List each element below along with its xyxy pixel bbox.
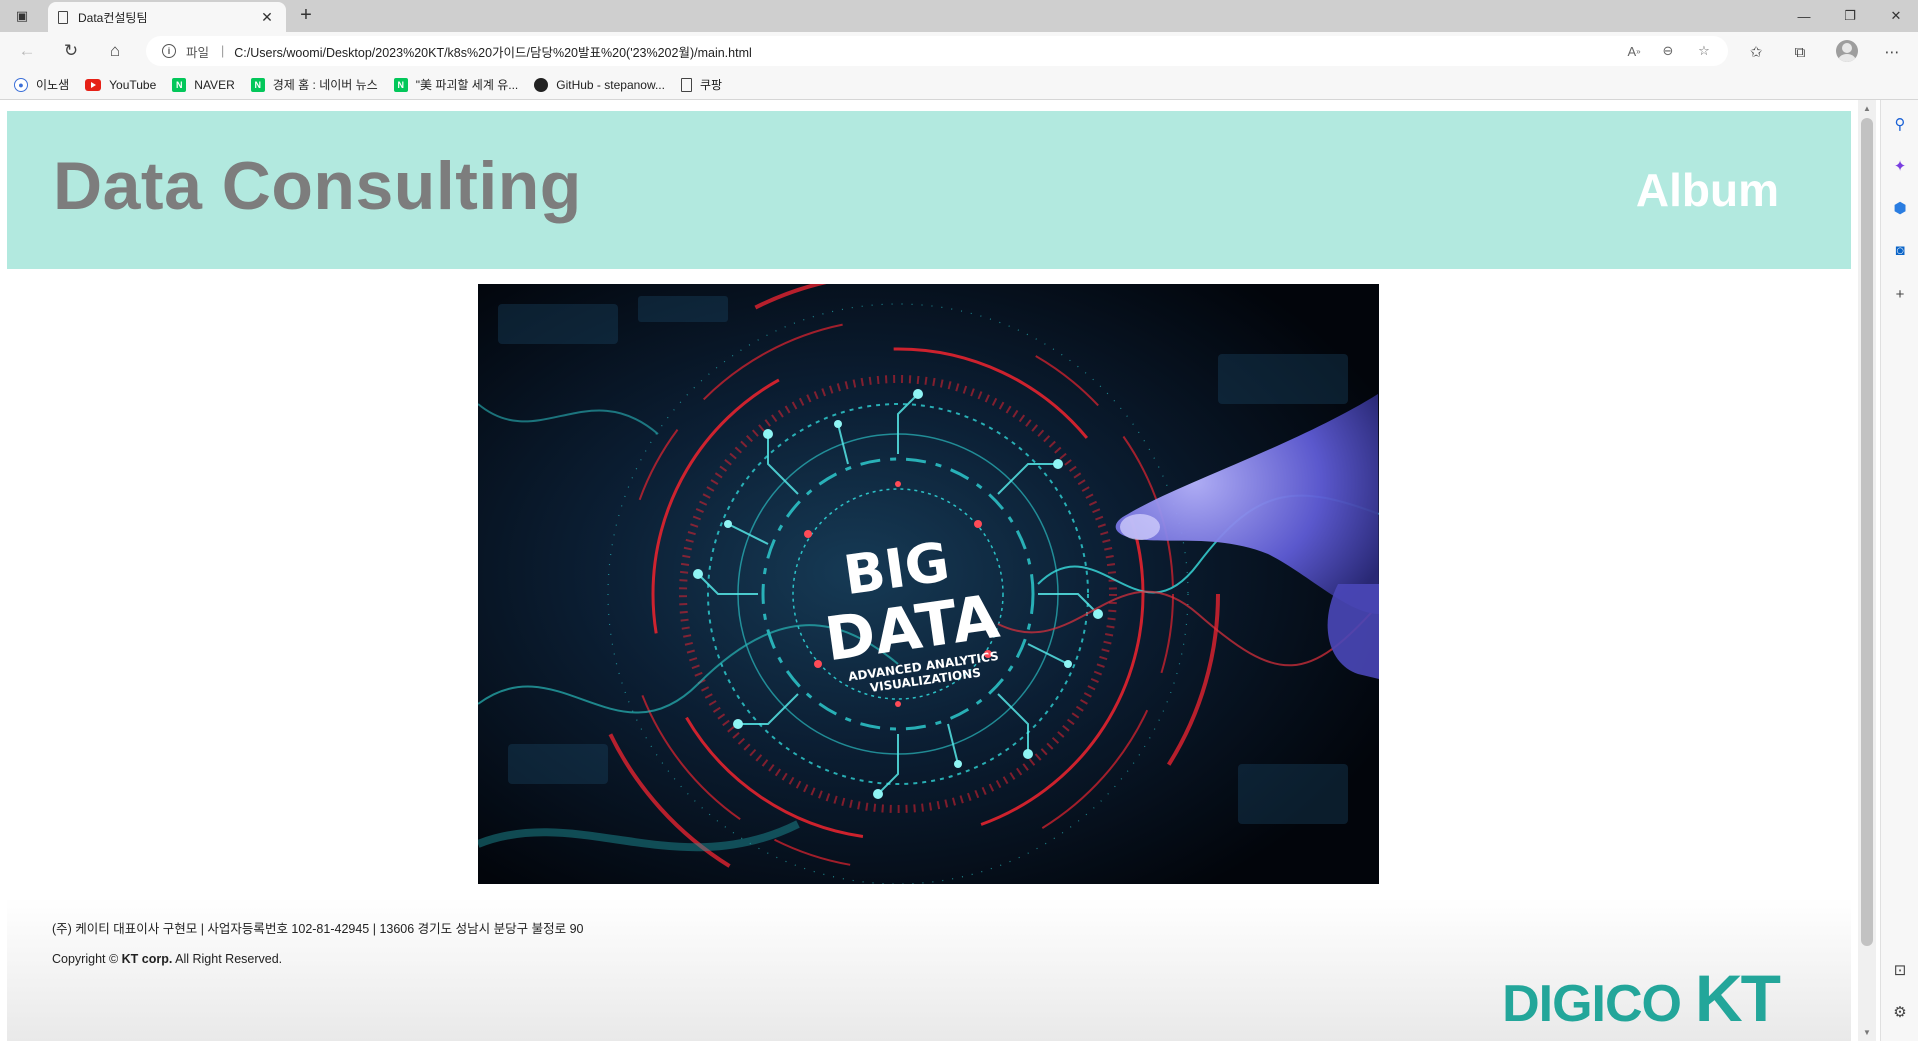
company-info: (주) 케이티 대표이사 구현모 | 사업자등록번호 102-81-42945 … [52,922,584,936]
bookmark-item[interactable]: N "美 파괴할 세계 유... [393,76,519,93]
hide-sidebar-icon[interactable]: ⊡ [1890,960,1910,980]
bookmark-label: 이노샘 [36,78,70,92]
address-bar[interactable]: i 파일 | C:/Users/woomi/Desktop/2023%20KT/… [146,36,1728,66]
bookmark-label: 경제 홈 : 네이버 뉴스 [272,78,378,92]
site-title: Data Consulting [53,148,582,224]
bookmarks-bar: ● 이노샘 YouTube N NAVER N 경제 홈 : 네이버 뉴스 N … [0,70,1918,100]
nav-link-album[interactable]: Album [1636,163,1779,217]
bookmark-item[interactable]: GitHub - stepanow... [534,77,665,92]
hero-illustration: BIG DATA ADVANCED ANALYTICS VISUALIZATIO… [478,284,1379,884]
close-tab-icon[interactable]: ✕ [258,9,276,26]
favorites-icon[interactable]: ✩ [1744,40,1768,64]
close-window-button[interactable]: ✕ [1874,0,1918,32]
user-icon: ● [14,77,28,92]
info-icon[interactable]: i [162,44,176,58]
url-text[interactable]: C:/Users/woomi/Desktop/2023%20KT/k8s%20가… [234,42,1728,61]
add-favorite-icon[interactable]: ☆ [1694,41,1714,61]
settings-more-icon[interactable]: ⋯ [1880,40,1904,64]
zoom-out-icon[interactable]: ⊖ [1658,41,1678,61]
tab-actions-icon[interactable]: ▣ [12,6,32,26]
naver-icon: N [393,77,408,92]
bookmark-label: "美 파괴할 세계 유... [415,78,519,92]
naver-icon: N [172,77,187,92]
back-button[interactable]: ← [14,39,40,63]
read-aloud-icon[interactable]: A» [1624,41,1644,61]
digico-kt-logo: DIGICO KT [1502,960,1781,1036]
outlook-icon[interactable]: ◙ [1890,240,1910,260]
bookmark-item[interactable]: 쿠팡 [680,76,723,93]
new-tab-button[interactable]: + [294,4,318,28]
edge-sidebar: ⚲ ✦ ⬢ ◙ + ⊡ ⚙ [1880,100,1918,1041]
logo-digico: DIGICO [1502,975,1682,1033]
bookmark-label: YouTube [109,77,157,92]
bookmark-item[interactable]: ● 이노샘 [14,76,69,93]
scheme-label: 파일 [186,45,210,60]
copyright-company: KT corp. [121,952,173,966]
refresh-button[interactable]: ↻ [58,39,84,63]
copyright-prefix: Copyright © [52,952,122,966]
scroll-down-arrow[interactable]: ▼ [1863,1028,1871,1037]
site-header: Data Consulting Album [7,111,1851,269]
bookmark-item[interactable]: YouTube [85,78,156,92]
document-icon [680,77,692,92]
bookmark-label: NAVER [194,77,235,92]
logo-kt: KT [1695,961,1781,1035]
bookmark-item[interactable]: N NAVER [172,77,235,92]
active-tab[interactable]: Data컨설팅팀 ✕ [48,2,286,32]
youtube-icon [85,78,102,91]
sidebar-settings-icon[interactable]: ⚙ [1890,1002,1910,1022]
home-button[interactable]: ⌂ [102,39,128,63]
collections-icon[interactable]: ⧉ [1788,40,1812,64]
scroll-up-arrow[interactable]: ▲ [1863,104,1871,113]
office-icon[interactable]: ⬢ [1890,198,1910,218]
site-footer: (주) 케이티 대표이사 구현모 | 사업자등록번호 102-81-42945 … [7,898,1851,1041]
bookmark-label: GitHub - stepanow... [556,77,665,92]
naver-icon: N [250,77,265,92]
minimize-button[interactable]: — [1782,0,1826,32]
profile-avatar[interactable] [1836,40,1858,62]
tab-strip: ▣ Data컨설팅팀 ✕ + — ❐ ✕ [0,0,1918,32]
bookmark-item[interactable]: N 경제 홈 : 네이버 뉴스 [250,76,378,93]
bookmark-label: 쿠팡 [699,78,723,92]
scroll-thumb[interactable] [1861,118,1873,946]
big-data-hero-image: BIG DATA ADVANCED ANALYTICS VISUALIZATIO… [478,284,1379,884]
add-sidebar-app-icon[interactable]: + [1890,284,1910,304]
github-icon [534,77,549,92]
search-icon[interactable]: ⚲ [1890,114,1910,134]
page-icon [58,10,68,24]
web-page: Data Consulting Album BIG DATA ADVANCED … [0,101,1858,1041]
copyright: Copyright © KT corp. All Right Reserved. [52,952,282,966]
restore-button[interactable]: ❐ [1828,0,1872,32]
tab-title: Data컨설팅팀 [78,10,148,25]
copilot-sparkle-icon[interactable]: ✦ [1890,156,1910,176]
page-scrollbar[interactable]: ▲ ▼ [1858,100,1876,1041]
copyright-suffix: All Right Reserved. [172,952,283,966]
omnibox-separator: | [221,44,225,58]
